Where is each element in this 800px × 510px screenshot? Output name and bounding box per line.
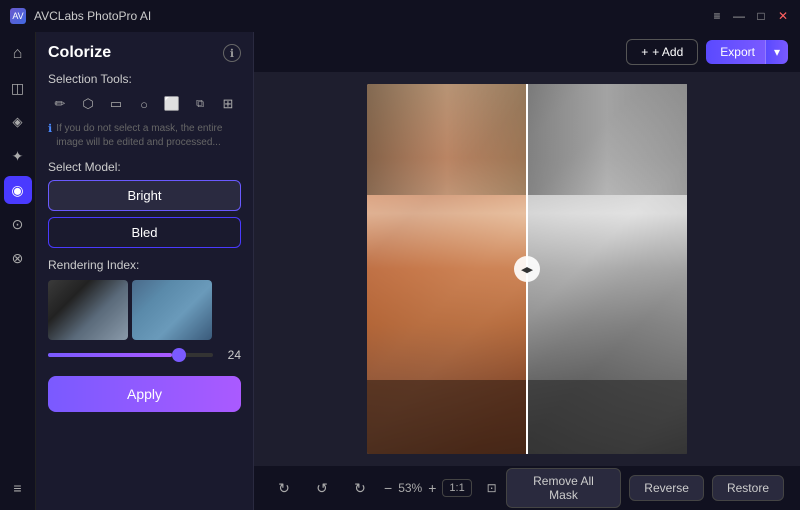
export-arrow-icon: ▾ [774,45,780,59]
app-title: AVCLabs PhotoPro AI [34,9,151,23]
export-label: Export [720,45,755,59]
selection-tools-section: Selection Tools: ✏ ⬡ ▭ ○ ⬜ ⧉ ⊞ ℹ If you … [48,72,241,150]
rendering-label: Rendering Index: [48,258,241,272]
add-label: + Add [652,45,683,59]
preview-thumb-light [132,280,212,340]
zoom-in-btn[interactable]: + [428,480,436,496]
slider-thumb[interactable] [172,348,186,362]
bright-model-btn[interactable]: Bright [48,180,241,211]
icon-bar: ⌂ ◫ ◈ ✦ ◉ ⊙ ⊗ ≡ [0,32,36,510]
sidebar-item-home[interactable]: ⌂ [4,40,32,68]
fit-btn[interactable]: 1:1 [442,479,471,497]
zoom-level: 53% [398,481,422,495]
image-tool-btn[interactable]: ⬜ [160,92,184,116]
minimize-button[interactable]: — [732,9,746,23]
title-bar-left: AV AVCLabs PhotoPro AI [10,8,151,24]
bottom-left-tools: ↻ ↺ ↻ − 53% + 1:1 ⊡ [270,474,506,502]
canvas-view: ◂▸ [254,72,800,466]
sidebar-item-colorize[interactable]: ◉ [4,176,32,204]
main-layout: ⌂ ◫ ◈ ✦ ◉ ⊙ ⊗ ≡ Colorize ℹ Selection Too… [0,32,800,510]
bottom-right-actions: Remove All Mask Reverse Restore [506,468,784,508]
add-button[interactable]: + + Add [626,39,698,65]
canvas-area: + + Add Export ▾ [254,32,800,510]
select-model-label: Select Model: [48,160,241,174]
title-bar: AV AVCLabs PhotoPro AI ≡ — □ ✕ [0,0,800,32]
grid-tool-btn[interactable]: ⊞ [216,92,240,116]
lasso-tool-btn[interactable]: ⬡ [76,92,100,116]
bled-model-btn[interactable]: Bled [48,217,241,248]
tools-row: ✏ ⬡ ▭ ○ ⬜ ⧉ ⊞ [48,92,241,116]
image-container: ◂▸ [367,84,687,454]
grayscale-half [527,84,687,454]
sidebar-item-retouch[interactable]: ⊙ [4,210,32,238]
bottom-bar: ↻ ↺ ↻ − 53% + 1:1 ⊡ Remove All Mask Reve… [254,466,800,510]
reverse-button[interactable]: Reverse [629,475,704,501]
remove-mask-button[interactable]: Remove All Mask [506,468,622,508]
slider-fill [48,353,172,357]
colorized-half [367,84,527,454]
maximize-button[interactable]: □ [754,9,768,23]
rect-tool-btn[interactable]: ▭ [104,92,128,116]
rendering-section: Rendering Index: 24 [48,258,241,362]
sidebar-item-tools[interactable]: ⊗ [4,244,32,272]
fullfit-btn[interactable]: ⊡ [478,474,506,502]
page-title: Colorize [48,44,111,62]
sidebar-item-effects[interactable]: ✦ [4,142,32,170]
mask-tool-btn[interactable]: ⧉ [188,92,212,116]
canvas-header: + + Add Export ▾ [254,32,800,72]
restore-button[interactable]: Restore [712,475,784,501]
sidebar-item-layers[interactable]: ◫ [4,74,32,102]
refresh-btn[interactable]: ↻ [270,474,298,502]
redo-btn[interactable]: ↻ [346,474,374,502]
split-handle[interactable]: ◂▸ [514,256,540,282]
panel-header: Colorize ℹ [48,44,241,62]
ellipse-tool-btn[interactable]: ○ [132,92,156,116]
window-controls: ≡ — □ ✕ [710,9,790,23]
rendering-preview [48,280,241,340]
rendering-slider-track[interactable] [48,353,213,357]
rendering-value: 24 [221,348,241,362]
pen-tool-btn[interactable]: ✏ [48,92,72,116]
info-icon[interactable]: ℹ [223,44,241,62]
export-group: Export ▾ [706,40,788,64]
add-icon: + [641,45,648,59]
slider-row: 24 [48,348,241,362]
export-button[interactable]: Export [706,40,765,64]
apply-button[interactable]: Apply [48,376,241,412]
hint-text: ℹ If you do not select a mask, the entir… [48,122,241,150]
handle-arrows-icon: ◂▸ [521,263,532,276]
left-panel: Colorize ℹ Selection Tools: ✏ ⬡ ▭ ○ ⬜ ⧉ … [36,32,254,510]
zoom-controls: − 53% + 1:1 ⊡ [384,474,506,502]
undo-btn[interactable]: ↺ [308,474,336,502]
preview-thumb-dark [48,280,128,340]
menu-button[interactable]: ≡ [710,9,724,23]
close-button[interactable]: ✕ [776,9,790,23]
sidebar-item-settings[interactable]: ≡ [4,474,32,502]
model-section: Select Model: Bright Bled [48,160,241,248]
zoom-out-btn[interactable]: − [384,480,392,496]
app-icon: AV [10,8,26,24]
sidebar-item-adjust[interactable]: ◈ [4,108,32,136]
selection-tools-label: Selection Tools: [48,72,241,86]
export-dropdown-btn[interactable]: ▾ [765,40,788,64]
